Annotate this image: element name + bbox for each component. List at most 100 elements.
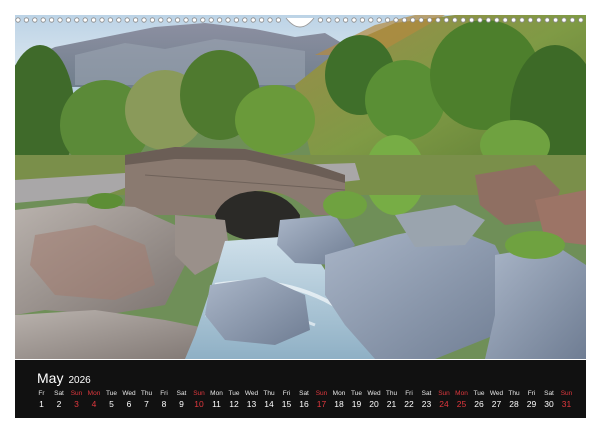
binding-ring bbox=[57, 17, 63, 23]
day-of-week: Tue bbox=[228, 390, 240, 397]
day-number: 10 bbox=[194, 399, 204, 409]
day-of-week: Thu bbox=[508, 390, 520, 397]
binding-ring bbox=[183, 17, 189, 23]
day-number: 29 bbox=[526, 399, 537, 409]
day-cell: Thu 14 bbox=[261, 389, 278, 413]
binding-ring bbox=[191, 17, 197, 23]
day-of-week: Wed bbox=[489, 390, 504, 397]
day-of-week: Fri bbox=[527, 390, 536, 397]
day-cell: Wed 20 bbox=[366, 389, 383, 413]
day-cell: Fri 29 bbox=[523, 389, 540, 413]
day-cell: Sat 23 bbox=[418, 389, 435, 413]
day-of-week: Sat bbox=[54, 390, 64, 397]
binding-ring bbox=[259, 17, 265, 23]
day-of-week: Sun bbox=[315, 390, 328, 397]
binding-ring bbox=[317, 17, 323, 23]
day-cell: Fri 22 bbox=[401, 389, 418, 413]
day-of-week: Thu bbox=[263, 390, 275, 397]
day-of-week: Sat bbox=[176, 390, 187, 397]
day-of-week: Wed bbox=[367, 390, 381, 397]
day-cell: Tue 12 bbox=[226, 389, 243, 413]
day-number: 12 bbox=[229, 399, 239, 409]
day-cell: Tue 19 bbox=[348, 389, 365, 413]
day-cell: Sun 31 bbox=[558, 389, 575, 413]
day-number: 25 bbox=[456, 399, 467, 409]
hanger-hook bbox=[285, 17, 315, 28]
day-cell: Tue 5 bbox=[103, 389, 120, 413]
binding-ring bbox=[217, 17, 223, 23]
binding-ring bbox=[32, 17, 38, 23]
day-cell: Sat 9 bbox=[173, 389, 190, 413]
binding-ring bbox=[275, 17, 281, 23]
binding-ring bbox=[242, 17, 248, 23]
day-number: 16 bbox=[299, 399, 309, 409]
binding-ring bbox=[443, 17, 449, 23]
day-number: 7 bbox=[144, 399, 149, 409]
day-of-week: Tue bbox=[473, 390, 485, 397]
binding-ring bbox=[519, 17, 525, 23]
binding-ring bbox=[342, 17, 349, 23]
landscape-photo bbox=[15, 15, 586, 359]
day-of-week: Sat bbox=[544, 390, 554, 397]
day-number: 9 bbox=[179, 399, 184, 409]
binding-ring bbox=[74, 17, 80, 23]
day-number: 26 bbox=[474, 399, 484, 409]
day-of-week: Fri bbox=[405, 390, 413, 397]
day-cell: Fri 8 bbox=[156, 389, 173, 413]
day-cell: Thu 28 bbox=[506, 389, 523, 413]
binding-ring bbox=[510, 17, 517, 23]
day-cell: Fr 1 bbox=[33, 389, 50, 413]
binding-ring bbox=[477, 17, 483, 23]
day-of-week: Thu bbox=[140, 390, 153, 397]
month-calendar: May 2026 Fr 1 Sat 2 Sun 3 Mon 4 Tue 5 Wed 6 Thu 7 Fri 8… bbox=[15, 360, 586, 418]
binding-ring bbox=[225, 17, 231, 23]
day-number: 30 bbox=[544, 399, 554, 409]
day-of-week: Tue bbox=[106, 390, 117, 397]
binding-ring bbox=[208, 17, 214, 23]
binding-ring bbox=[82, 17, 88, 23]
binding-ring bbox=[393, 17, 399, 23]
binding-ring bbox=[368, 17, 374, 23]
day-of-week: Sun bbox=[70, 390, 83, 397]
binding-ring bbox=[468, 17, 475, 23]
binding-ring bbox=[166, 17, 172, 23]
binding-ring bbox=[351, 17, 357, 23]
day-cell: Fri 15 bbox=[278, 389, 295, 413]
day-of-week: Tue bbox=[351, 390, 362, 397]
day-cell: Mon 11 bbox=[208, 389, 225, 413]
binding-ring bbox=[426, 17, 433, 23]
day-number: 2 bbox=[56, 399, 62, 409]
binding-ring bbox=[460, 17, 466, 23]
day-cell: Sat 16 bbox=[296, 389, 313, 413]
day-grid: Fr 1 Sat 2 Sun 3 Mon 4 Tue 5 Wed 6 Thu 7 Fri 8 Sat 9 Sun 10… bbox=[33, 389, 575, 413]
binding-ring bbox=[158, 17, 164, 23]
day-of-week: Wed bbox=[122, 390, 136, 397]
binding-ring bbox=[494, 17, 500, 23]
day-cell: Wed 27 bbox=[488, 389, 505, 413]
day-cell: Sun 24 bbox=[436, 389, 453, 413]
day-cell: Wed 6 bbox=[121, 389, 138, 413]
month-name: May bbox=[37, 370, 64, 386]
binding-ring bbox=[40, 17, 46, 23]
binding-ring bbox=[133, 17, 139, 23]
binding-ring bbox=[233, 17, 239, 23]
binding-ring bbox=[552, 17, 559, 23]
binding-ring bbox=[418, 17, 424, 23]
binding-ring bbox=[141, 17, 147, 23]
binding-ring bbox=[527, 17, 534, 23]
binding-ring bbox=[334, 17, 340, 23]
day-of-week: Mon bbox=[455, 390, 468, 397]
calendar-page: May 2026 Fr 1 Sat 2 Sun 3 Mon 4 Tue 5 Wed 6 Thu 7 Fri 8… bbox=[0, 0, 600, 432]
day-cell: Mon 4 bbox=[86, 389, 103, 413]
binding-ring bbox=[410, 17, 416, 23]
binding-ring bbox=[175, 17, 181, 23]
binding-ring bbox=[15, 17, 21, 23]
day-number: 4 bbox=[91, 399, 97, 409]
binding-ring bbox=[267, 17, 273, 23]
day-number: 11 bbox=[212, 399, 221, 409]
day-cell: Thu 7 bbox=[138, 389, 155, 413]
day-cell: Mon 25 bbox=[453, 389, 470, 413]
binding-ring bbox=[578, 17, 584, 23]
binding-ring bbox=[91, 17, 97, 23]
day-cell: Sun 10 bbox=[191, 389, 208, 413]
